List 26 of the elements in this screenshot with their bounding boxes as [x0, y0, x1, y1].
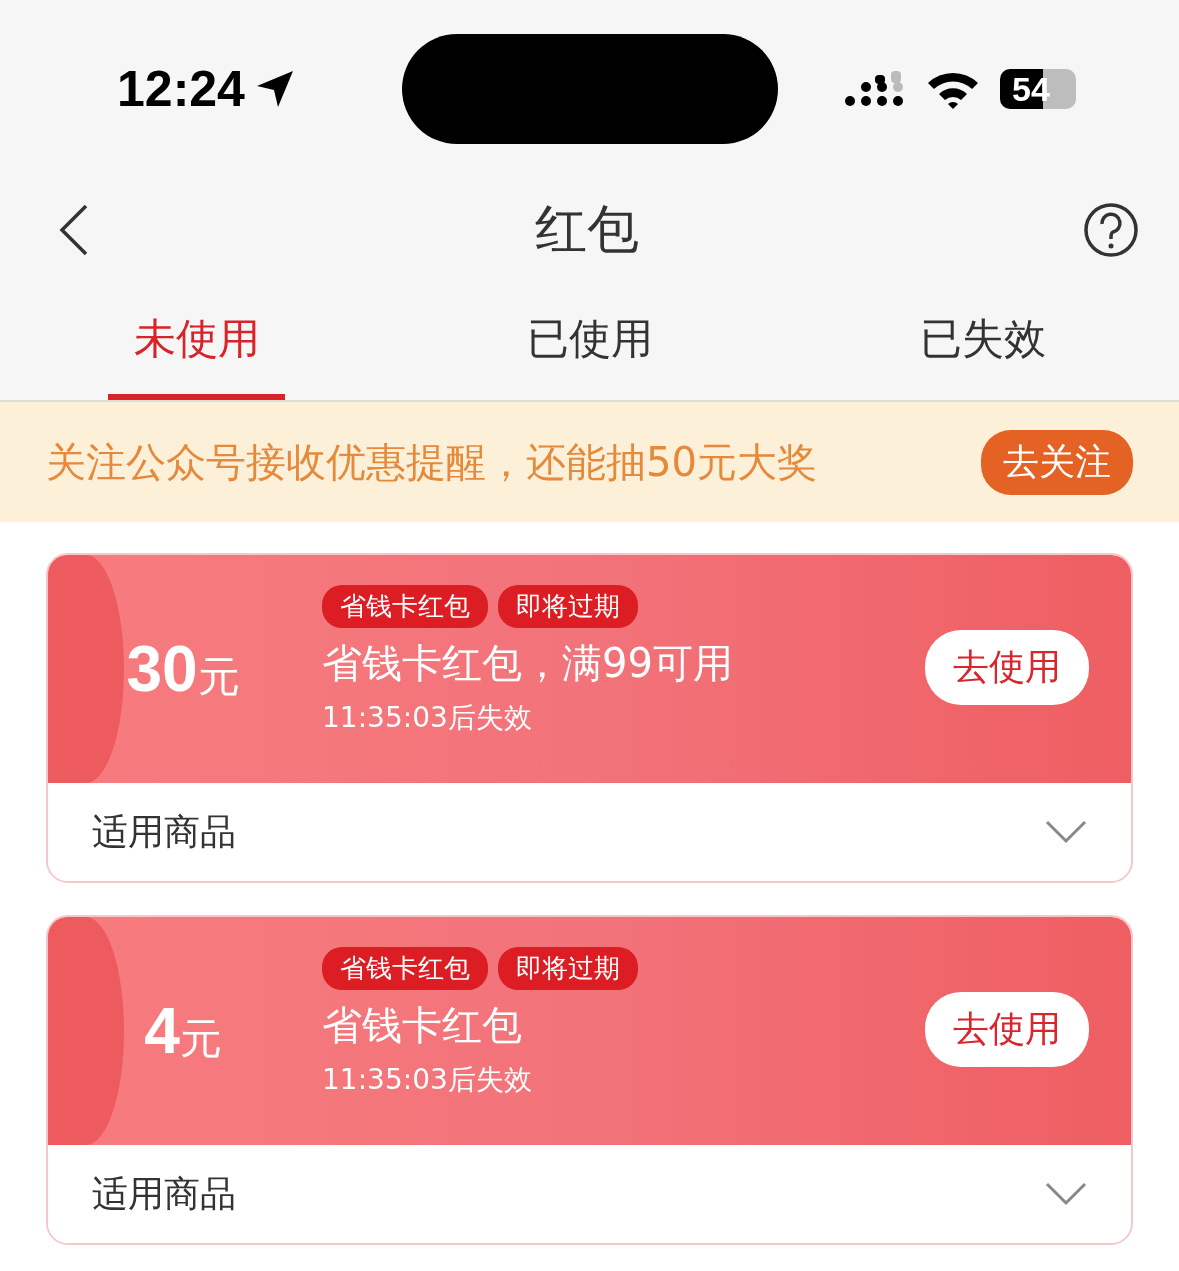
tab[interactable]: 已失效	[894, 290, 1071, 400]
chevron-down-icon	[1045, 1182, 1087, 1206]
coupon-amount: 4元	[143, 994, 223, 1068]
expiry-text: 11:35:03后失效	[322, 1062, 533, 1098]
coupon-tag: 即将过期	[498, 947, 638, 990]
clock-time: 12:24	[117, 60, 245, 118]
use-button[interactable]: 去使用	[925, 629, 1089, 705]
back-button[interactable]	[58, 203, 90, 257]
applicable-goods-label: 适用商品	[92, 809, 236, 854]
back-chevron-icon	[58, 203, 90, 257]
signal-icon	[844, 71, 906, 107]
page-title: 红包	[534, 198, 639, 261]
use-button[interactable]: 去使用	[925, 991, 1089, 1067]
coupon-amount: 30元	[125, 632, 241, 706]
coupon-tag: 省钱卡红包	[322, 585, 488, 628]
chevron-down-icon	[1045, 820, 1087, 844]
coupon-title: 省钱卡红包，满99可用	[322, 639, 734, 688]
notice-text: 关注公众号接收优惠提醒，还能抽50元大奖	[46, 437, 817, 487]
applicable-goods-label: 适用商品	[92, 1171, 236, 1216]
help-icon	[1083, 202, 1139, 258]
coupon-tag: 即将过期	[498, 585, 638, 628]
tab[interactable]: 已使用	[501, 290, 678, 400]
help-button[interactable]	[1083, 202, 1139, 258]
coupon-tag: 省钱卡红包	[322, 947, 488, 990]
coupon-title: 省钱卡红包	[322, 1001, 523, 1050]
expiry-text: 11:35:03后失效	[322, 700, 533, 736]
